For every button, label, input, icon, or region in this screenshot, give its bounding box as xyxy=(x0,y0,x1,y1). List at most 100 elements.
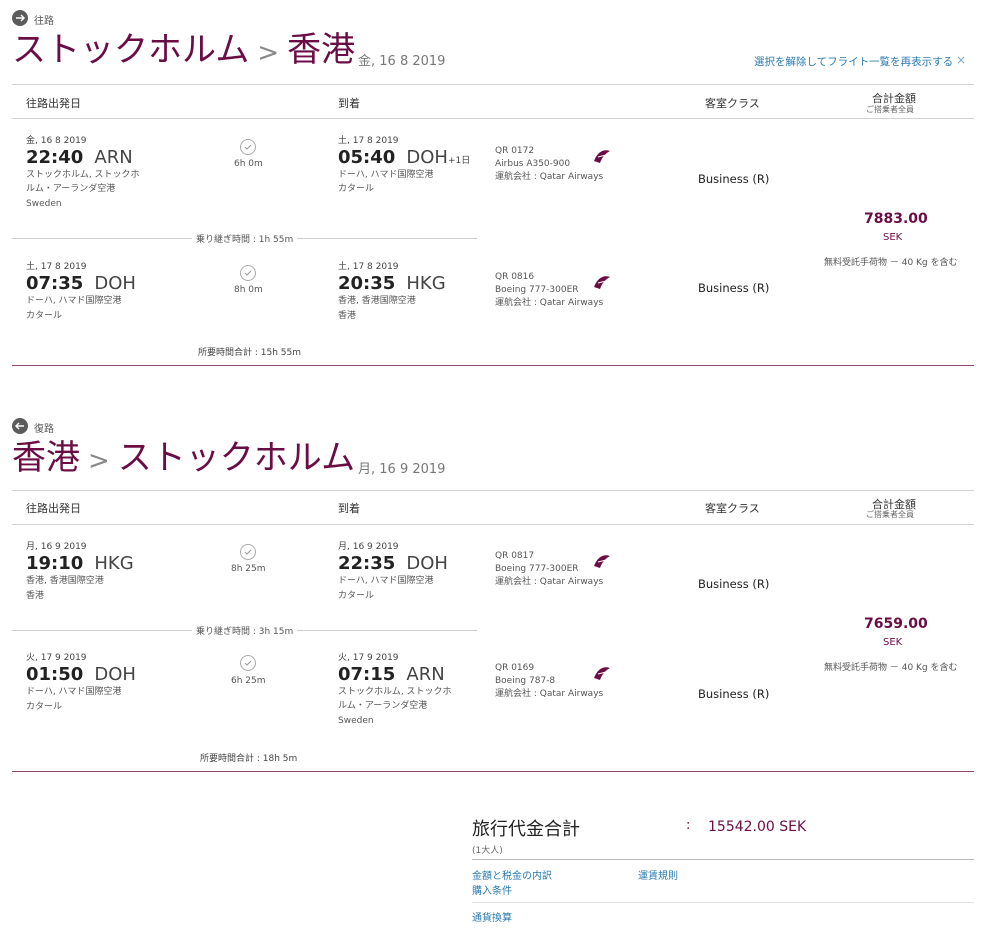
dep-airport-code: DOH xyxy=(94,273,136,294)
aircraft: Boeing 787-8 xyxy=(495,676,556,686)
route-date: 月, 16 9 2019 xyxy=(358,462,446,477)
cabin-class: Business (R) xyxy=(698,172,770,186)
reset-selection-link[interactable]: 選択を解除してフライト一覧を再表示する xyxy=(754,54,953,69)
arr-airport-code: HKG xyxy=(406,273,446,294)
price: 7659.00 xyxy=(864,616,928,632)
arr-time: 20:35 xyxy=(338,273,396,294)
divider xyxy=(472,859,974,860)
clock-icon xyxy=(240,139,256,155)
arr-date: 月, 16 9 2019 xyxy=(338,542,399,552)
divider xyxy=(12,524,974,525)
dep-place: ドーハ, ハマド国際空港 xyxy=(26,296,122,306)
dep-place: ドーハ, ハマド国際空港 xyxy=(26,687,122,697)
dep-place: ルム・アーランダ空港 xyxy=(26,184,116,194)
arr-place: ルム・アーランダ空港 xyxy=(338,701,428,711)
duration: 6h 25m xyxy=(231,676,266,686)
total-travel-time: 所要時間合計 : 18h 5m xyxy=(200,754,298,764)
flight-number[interactable]: QR 0817 xyxy=(495,550,534,563)
currency-converter-link[interactable]: 通貨換算 xyxy=(472,909,512,924)
arr-date: 火, 17 9 2019 xyxy=(338,653,399,663)
plane-outbound-icon xyxy=(12,10,28,26)
col-total-subheader: ご搭乗者全員 xyxy=(866,510,914,519)
operator: 運航会社 : Qatar Airways xyxy=(495,298,604,308)
dep-time-row: 07:35 DOH xyxy=(26,273,136,294)
route-title: ストックホルム > 香港 xyxy=(12,33,355,67)
baggage-allowance: 無料受託手荷物 － 40 Kg を含む xyxy=(824,258,958,268)
clock-icon xyxy=(240,265,256,281)
cabin-class: Business (R) xyxy=(698,687,770,701)
dep-place: ストックホルム, ストックホ xyxy=(26,170,140,180)
arr-country: カタール xyxy=(338,184,375,194)
arr-time-row: 07:15 ARN xyxy=(338,664,445,685)
arr-country: Sweden xyxy=(338,716,374,726)
duration: 6h 0m xyxy=(234,159,263,169)
fare-rules-link[interactable]: 運賃規則 xyxy=(638,867,678,882)
dep-date: 月, 16 9 2019 xyxy=(26,542,87,552)
dep-place: 香港, 香港国際空港 xyxy=(26,576,104,586)
connection-time: 乗り継ぎ時間 : 3h 15m xyxy=(192,624,298,637)
dep-time: 01:50 xyxy=(26,664,84,685)
route-to: ストックホルム xyxy=(117,438,356,478)
clock-icon xyxy=(240,544,256,560)
dep-airport-code: HKG xyxy=(94,553,134,574)
col-depart-header: 往路出発日 xyxy=(26,502,81,515)
qatar-airways-logo-icon xyxy=(592,664,612,686)
route-separator: > xyxy=(257,38,280,68)
direction-label: 往路 xyxy=(34,16,54,27)
col-depart-header: 往路出発日 xyxy=(26,97,81,110)
total-label: 旅行代金合計 xyxy=(472,819,580,840)
duration: 8h 0m xyxy=(234,285,263,295)
arr-country: 香港 xyxy=(338,311,357,321)
operator: 運航会社 : Qatar Airways xyxy=(495,577,604,587)
route-separator: > xyxy=(88,446,110,476)
dep-country: Sweden xyxy=(26,199,62,209)
arr-time-row: 20:35 HKG xyxy=(338,273,446,294)
section-divider xyxy=(12,365,974,366)
section-divider xyxy=(12,771,974,772)
arr-time-row: 05:40 DOH+1日 xyxy=(338,147,470,168)
arr-country: カタール xyxy=(338,591,375,601)
arr-time: 07:15 xyxy=(338,664,396,685)
dep-airport-code: DOH xyxy=(94,664,136,685)
operator: 運航会社 : Qatar Airways xyxy=(495,172,604,182)
arr-date: 土, 17 8 2019 xyxy=(338,262,399,272)
arr-place: ドーハ, ハマド国際空港 xyxy=(338,170,434,180)
arr-date: 土, 17 8 2019 xyxy=(338,136,399,146)
arr-time: 22:35 xyxy=(338,553,396,574)
dep-time-row: 19:10 HKG xyxy=(26,553,134,574)
flight-number[interactable]: QR 0816 xyxy=(495,271,534,284)
divider xyxy=(472,902,974,903)
arr-place: ドーハ, ハマド国際空港 xyxy=(338,576,434,586)
arr-airport-code: DOH xyxy=(406,553,448,574)
col-total-subheader: ご搭乗者全員 xyxy=(866,105,914,114)
qatar-airways-logo-icon xyxy=(592,273,612,295)
operator: 運航会社 : Qatar Airways xyxy=(495,689,604,699)
divider xyxy=(12,490,974,491)
direction-label: 復路 xyxy=(34,424,54,435)
baggage-allowance: 無料受託手荷物 － 40 Kg を含む xyxy=(824,663,958,673)
next-day-badge: +1日 xyxy=(447,156,471,166)
close-icon[interactable]: × xyxy=(956,53,966,67)
flight-number[interactable]: QR 0172 xyxy=(495,145,534,158)
col-arrive-header: 到着 xyxy=(338,97,360,110)
dep-country: 香港 xyxy=(26,591,45,601)
aircraft: Airbus A350-900 xyxy=(495,159,571,169)
dep-time-row: 01:50 DOH xyxy=(26,664,136,685)
flight-number[interactable]: QR 0169 xyxy=(495,662,534,675)
cabin-class: Business (R) xyxy=(698,281,770,295)
plane-inbound-icon xyxy=(12,418,28,434)
dep-date: 火, 17 9 2019 xyxy=(26,653,87,663)
dep-time: 22:40 xyxy=(26,147,84,168)
total-colon: : xyxy=(686,818,691,833)
fare-breakdown-link[interactable]: 金額と税金の内訳 xyxy=(472,867,552,882)
route-title: 香港 > ストックホルム xyxy=(12,441,355,475)
dep-time: 19:10 xyxy=(26,553,84,574)
purchase-conditions-link[interactable]: 購入条件 xyxy=(472,882,512,897)
total-value: 15542.00 SEK xyxy=(708,819,807,835)
col-cabin-header: 客室クラス xyxy=(705,502,760,515)
aircraft: Boeing 777-300ER xyxy=(495,285,579,295)
qatar-airways-logo-icon xyxy=(592,147,612,169)
route-to: 香港 xyxy=(287,30,356,70)
route-from: 香港 xyxy=(12,438,80,478)
passenger-count: (1大人) xyxy=(472,846,503,856)
